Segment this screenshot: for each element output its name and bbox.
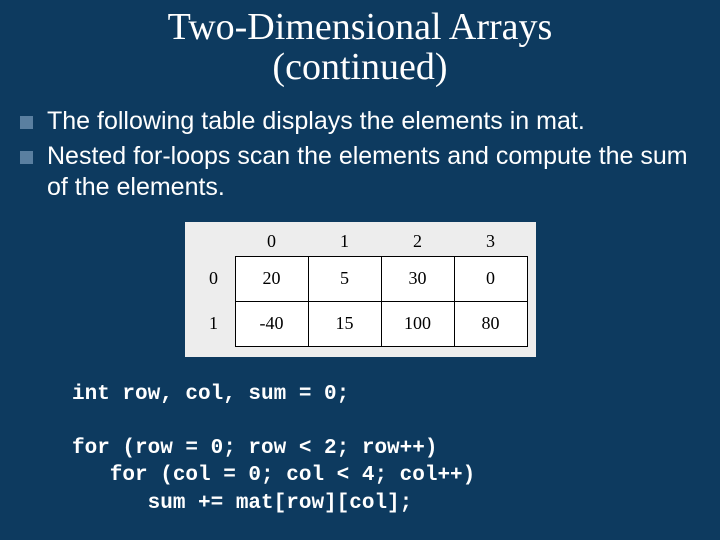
table-cell: 30 (381, 256, 454, 301)
col-header: 0 (235, 228, 308, 257)
table-corner (193, 228, 236, 257)
slide: Two-Dimensional Arrays (continued) The f… (0, 0, 720, 540)
bullet-icon (20, 151, 33, 164)
bullet-item: The following table displays the element… (20, 106, 708, 137)
title-line-1: Two-Dimensional Arrays (168, 6, 553, 48)
table-cell: 0 (454, 256, 527, 301)
matrix-table: 0 1 2 3 0 20 5 30 0 1 -40 15 100 8 (193, 228, 528, 347)
bullet-item: Nested for-loops scan the elements and c… (20, 141, 708, 204)
code-snippet: int row, col, sum = 0; for (row = 0; row… (72, 381, 720, 517)
col-header: 3 (454, 228, 527, 257)
row-header: 0 (193, 256, 236, 301)
title-line-2: (continued) (272, 46, 447, 88)
bullet-text: The following table displays the element… (47, 106, 585, 137)
table-cell: 100 (381, 301, 454, 346)
bullet-list: The following table displays the element… (0, 106, 720, 204)
row-header: 1 (193, 301, 236, 346)
slide-title: Two-Dimensional Arrays (continued) (0, 0, 720, 88)
table-cell: 5 (308, 256, 381, 301)
table-cell: 15 (308, 301, 381, 346)
col-header: 1 (308, 228, 381, 257)
bullet-icon (20, 116, 33, 129)
table-cell: 20 (235, 256, 308, 301)
col-header: 2 (381, 228, 454, 257)
bullet-text: Nested for-loops scan the elements and c… (47, 141, 708, 204)
table-container: 0 1 2 3 0 20 5 30 0 1 -40 15 100 8 (0, 222, 720, 357)
table-cell: 80 (454, 301, 527, 346)
matrix-table-frame: 0 1 2 3 0 20 5 30 0 1 -40 15 100 8 (185, 222, 536, 357)
table-cell: -40 (235, 301, 308, 346)
